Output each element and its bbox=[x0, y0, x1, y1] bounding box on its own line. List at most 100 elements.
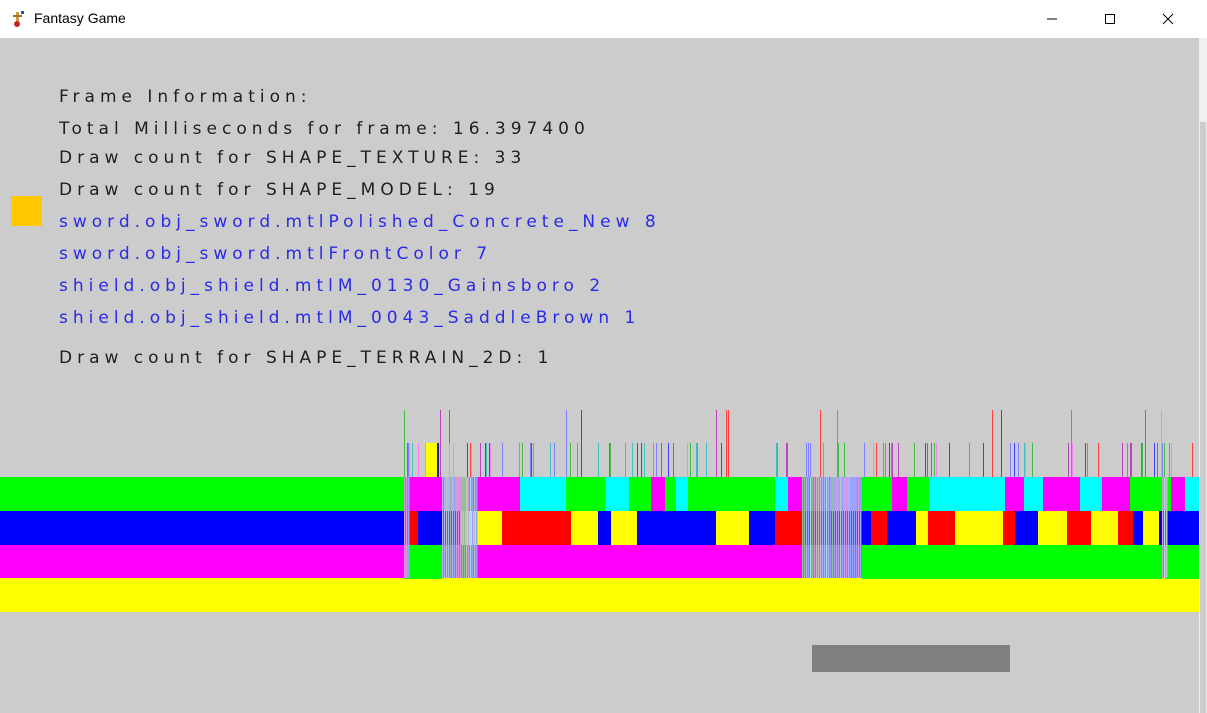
terrain-stripe bbox=[824, 477, 826, 578]
maximize-button[interactable] bbox=[1081, 0, 1139, 38]
terrain-stripe bbox=[854, 477, 856, 578]
terrain-tile bbox=[549, 477, 566, 511]
terrain-spike bbox=[577, 443, 578, 477]
terrain-spike bbox=[696, 443, 697, 477]
close-button[interactable] bbox=[1139, 0, 1197, 38]
terrain-spike bbox=[949, 443, 950, 477]
terrain-spike bbox=[486, 443, 487, 477]
terrain-tile bbox=[749, 511, 775, 545]
terrain-tile bbox=[655, 511, 669, 545]
terrain-tile bbox=[716, 511, 730, 545]
terrain-tile bbox=[1143, 511, 1159, 545]
terrain-tile bbox=[739, 477, 765, 511]
terrain-stripe bbox=[446, 477, 448, 578]
terrain-stripe bbox=[450, 477, 452, 578]
terrain-spike bbox=[1001, 410, 1002, 477]
terrain-tile bbox=[1091, 511, 1118, 545]
terrain-tile bbox=[637, 511, 645, 545]
terrain-stripe bbox=[810, 477, 812, 578]
terrain-tile bbox=[944, 511, 955, 545]
terrain-spike bbox=[1169, 443, 1170, 477]
terrain-stripe bbox=[466, 477, 468, 578]
terrain-tile bbox=[665, 477, 676, 511]
terrain-spike bbox=[653, 443, 654, 477]
terrain-spike bbox=[1072, 443, 1073, 477]
terrain-spike bbox=[533, 443, 534, 477]
terrain-spike bbox=[1171, 443, 1172, 477]
terrain-spike bbox=[1162, 443, 1163, 477]
terrain-spike bbox=[566, 410, 567, 477]
terrain-spike bbox=[1122, 443, 1123, 477]
terrain-tile bbox=[1181, 511, 1199, 545]
terrain-spike bbox=[530, 443, 531, 477]
terrain-tile bbox=[1171, 477, 1185, 511]
terrain-tile bbox=[426, 443, 437, 477]
scrollbar-thumb[interactable] bbox=[1200, 122, 1206, 713]
terrain-spike bbox=[632, 443, 633, 477]
terrain-stripe bbox=[1166, 477, 1168, 578]
terrain-tile bbox=[629, 477, 651, 511]
terrain-spike bbox=[914, 443, 915, 477]
terrain-spike bbox=[531, 443, 532, 477]
terrain-tile bbox=[775, 477, 788, 511]
terrain-tile bbox=[611, 511, 637, 545]
terrain-tile bbox=[598, 511, 611, 545]
terrain-tile bbox=[907, 477, 929, 511]
terrain-spike bbox=[661, 443, 662, 477]
terrain-tile bbox=[916, 511, 928, 545]
terrain-spike bbox=[1025, 443, 1026, 477]
terrain-tile bbox=[418, 511, 444, 545]
terrain-spike bbox=[721, 443, 722, 477]
terrain-stripe bbox=[452, 477, 454, 578]
terrain-tile bbox=[676, 477, 688, 511]
terrain-spike bbox=[726, 410, 727, 477]
terrain-spike bbox=[1154, 443, 1155, 477]
terrain-spike bbox=[1192, 443, 1193, 477]
terrain-spike bbox=[407, 443, 408, 477]
terrain-spike bbox=[1130, 443, 1131, 477]
title-bar[interactable]: Fantasy Game bbox=[0, 0, 1207, 38]
terrain-stripe bbox=[860, 477, 862, 578]
minimize-button[interactable] bbox=[1023, 0, 1081, 38]
terrain-tile bbox=[1038, 511, 1067, 545]
terrain-tile bbox=[1024, 477, 1043, 511]
terrain-tile bbox=[892, 477, 907, 511]
terrain-spike bbox=[610, 443, 611, 477]
terrain-tile bbox=[982, 511, 1003, 545]
terrain-stripe bbox=[406, 477, 408, 578]
terrain-spike bbox=[1010, 443, 1011, 477]
terrain-stripe bbox=[808, 477, 810, 578]
terrain-spike bbox=[1024, 443, 1025, 477]
terrain-tile bbox=[730, 511, 749, 545]
terrain-stripe bbox=[832, 477, 834, 578]
terrain-spike bbox=[892, 443, 893, 477]
terrain-tile bbox=[712, 477, 739, 511]
vertical-scrollbar[interactable] bbox=[1199, 38, 1207, 713]
terrain-spike bbox=[449, 443, 450, 477]
terrain-spike bbox=[485, 443, 486, 477]
terrain-tile bbox=[1149, 477, 1171, 511]
terrain-spike bbox=[687, 443, 688, 477]
terrain-tile bbox=[566, 477, 577, 511]
terrain-tile bbox=[871, 511, 887, 545]
terrain-stripe bbox=[474, 477, 476, 578]
terrain-spike bbox=[1098, 443, 1099, 477]
terrain-stripe bbox=[820, 477, 822, 578]
terrain-stripe bbox=[468, 477, 470, 578]
terrain-spike bbox=[776, 443, 777, 477]
terrain-spike bbox=[637, 443, 638, 477]
minimize-icon bbox=[1047, 18, 1057, 20]
game-viewport[interactable]: Frame Information: Total Milliseconds fo… bbox=[0, 38, 1199, 713]
terrain-stripe bbox=[850, 477, 852, 578]
terrain-spike bbox=[697, 443, 698, 477]
terrain-spike bbox=[1127, 443, 1128, 477]
terrain-spike bbox=[931, 443, 932, 477]
terrain-stripe bbox=[454, 477, 456, 578]
terrain-spike bbox=[1085, 443, 1086, 477]
terrain-spike bbox=[925, 443, 926, 477]
terrain-tile bbox=[1102, 477, 1130, 511]
terrain-spike bbox=[1014, 443, 1015, 477]
terrain-stripe bbox=[404, 477, 406, 578]
terrain-stripe bbox=[846, 477, 848, 578]
terrain-stripe bbox=[448, 477, 450, 578]
